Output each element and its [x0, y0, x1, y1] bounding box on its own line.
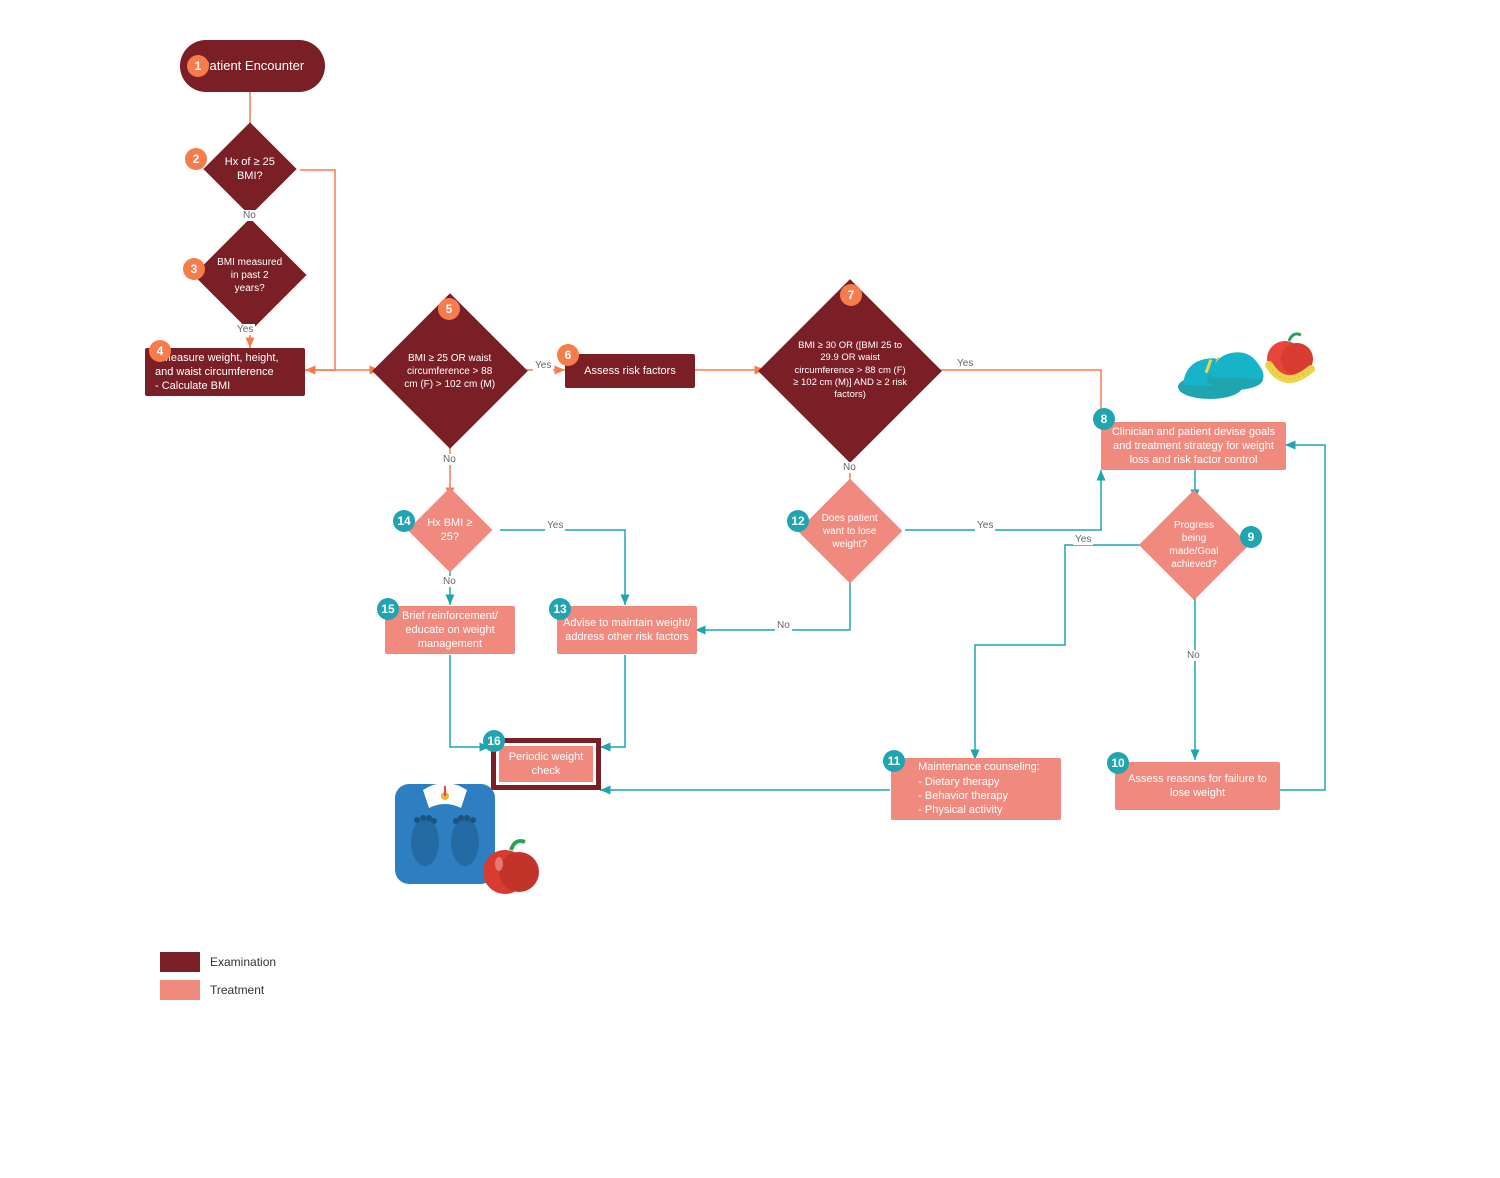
edge-14-13-yes: Yes — [545, 520, 565, 531]
node-5-badge: 5 — [438, 298, 460, 320]
node-2-badge: 2 — [185, 148, 207, 170]
node-3-badge: 3 — [183, 258, 205, 280]
edge-12-13-no: No — [775, 620, 792, 631]
node-7-badge: 7 — [840, 284, 862, 306]
edge-3-4-yes: Yes — [235, 324, 255, 335]
node-7-bmi-risk-criteria: BMI ≥ 30 OR ([BMI 25 to 29.9 OR waist ci… — [758, 279, 942, 463]
node-9-label: Progress being made/Goal achieved? — [1161, 519, 1227, 571]
node-4-badge: 4 — [149, 340, 171, 362]
edge-9-11-yes: Yes — [1073, 534, 1093, 545]
node-16-badge: 16 — [483, 730, 505, 752]
node-12-label: Does patient want to lose weight? — [819, 512, 881, 551]
node-6-assess-risk: Assess risk factors — [565, 354, 695, 388]
node-10-badge: 10 — [1107, 752, 1129, 774]
node-15-badge: 15 — [377, 598, 399, 620]
node-1-badge: 1 — [187, 55, 209, 77]
edge-9-10-no: No — [1185, 650, 1202, 661]
node-11-badge: 11 — [883, 750, 905, 772]
node-9-badge: 9 — [1240, 526, 1262, 548]
node-9-progress-goal: Progress being made/Goal achieved? — [1139, 490, 1249, 600]
legend-swatch-treatment — [160, 980, 200, 1000]
legend-label-treatment: Treatment — [210, 983, 264, 997]
edge-7-8-yes: Yes — [955, 358, 975, 369]
legend-row-examination: Examination — [160, 952, 276, 972]
edge-2-3-no: No — [241, 210, 258, 221]
node-13-advise-maintain: Advise to maintain weight/ address other… — [557, 606, 697, 654]
legend-swatch-examination — [160, 952, 200, 972]
node-11-maintenance-counseling: Maintenance counseling: - Dietary therap… — [891, 758, 1061, 820]
node-13-badge: 13 — [549, 598, 571, 620]
node-10-assess-failure: Assess reasons for failure to lose weigh… — [1115, 762, 1280, 810]
node-15-brief-reinforcement: Brief reinforcement/ educate on weight m… — [385, 606, 515, 654]
legend: Examination Treatment — [160, 944, 276, 1000]
node-3-label: BMI measured in past 2 years? — [216, 256, 284, 295]
node-12-want-lose-weight: Does patient want to lose weight? — [798, 479, 903, 584]
legend-label-examination: Examination — [210, 955, 276, 969]
node-6-badge: 6 — [557, 344, 579, 366]
node-8-clinician-goals: Clinician and patient devise goals and t… — [1101, 422, 1286, 470]
node-2-label: Hx of ≥ 25 BMI? — [223, 155, 277, 184]
node-7-label: BMI ≥ 30 OR ([BMI 25 to 29.9 OR waist ci… — [791, 340, 909, 402]
node-14-badge: 14 — [393, 510, 415, 532]
node-12-badge: 12 — [787, 510, 809, 532]
scale-apple-icon — [387, 770, 547, 900]
edge-7-12-no: No — [841, 462, 858, 473]
edge-12-8-yes: Yes — [975, 520, 995, 531]
node-14-label: Hx BMI ≥ 25? — [426, 516, 474, 545]
node-5-label: BMI ≥ 25 OR waist circumference > 88 cm … — [401, 352, 499, 391]
node-8-badge: 8 — [1093, 408, 1115, 430]
edge-14-15-no: No — [441, 576, 458, 587]
shoes-apple-tape-icon — [1165, 315, 1315, 415]
node-2-hx-bmi-25: Hx of ≥ 25 BMI? — [203, 122, 296, 215]
legend-row-treatment: Treatment — [160, 980, 276, 1000]
edge-5-14-no: No — [441, 454, 458, 465]
flowchart-canvas: 1 Patient Encounter 2 Hx of ≥ 25 BMI? 3 … — [125, 30, 1375, 1010]
node-3-bmi-measured-2yr: BMI measured in past 2 years? — [193, 218, 306, 331]
edge-5-6-yes: Yes — [533, 360, 553, 371]
node-14-hx-bmi-25: Hx BMI ≥ 25? — [408, 488, 493, 573]
